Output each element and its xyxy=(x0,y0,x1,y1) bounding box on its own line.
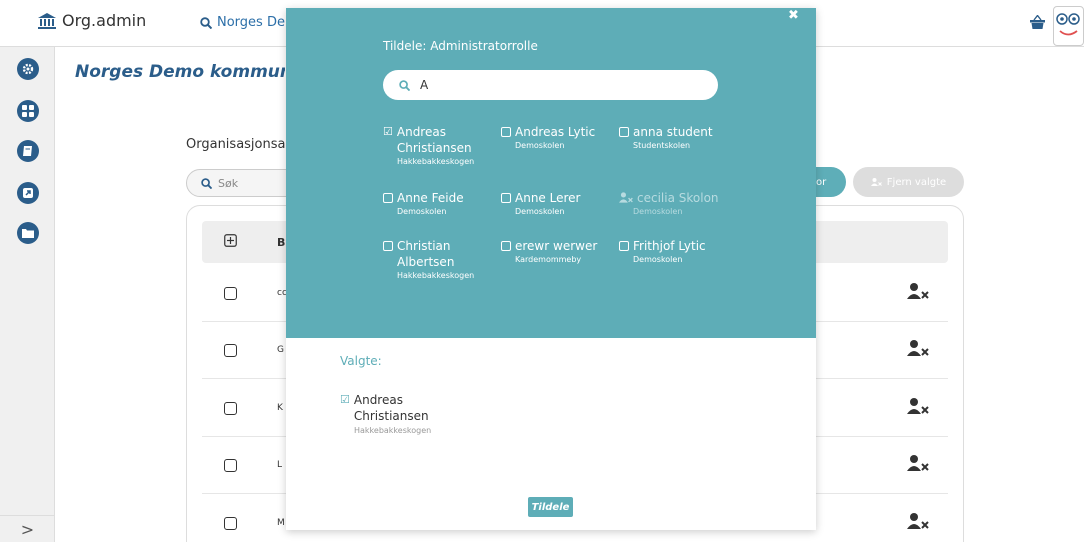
person-option[interactable]: erewr werwer Kardemommeby xyxy=(501,238,616,265)
person-checkbox[interactable] xyxy=(501,241,511,251)
gear-icon xyxy=(22,63,34,75)
assign-role-modal: ✖ Tildele: Administratorrolle A ☑ Andreas… xyxy=(286,8,816,530)
checkbox-checked-icon[interactable]: ☑ xyxy=(340,392,350,424)
person-checkbox[interactable] xyxy=(501,193,511,203)
person-org: Demoskolen xyxy=(397,207,447,216)
bank-icon xyxy=(38,12,56,29)
close-button[interactable]: ✖ xyxy=(788,8,799,23)
row-checkbox[interactable] xyxy=(224,287,237,300)
face-logo-icon xyxy=(1056,13,1080,36)
grid-icon xyxy=(22,105,34,117)
person-option-disabled: cecilia Skolon Demoskolen xyxy=(619,190,734,217)
person-option[interactable]: Frithjof Lytic Demoskolen xyxy=(619,238,734,265)
section-title: Organisasjonsad xyxy=(186,137,286,152)
breadcrumb: Norges Demo kommune > ( xyxy=(75,62,285,82)
row-text: M xyxy=(277,518,285,528)
selected-person-name: Andreas Christiansen xyxy=(353,393,429,423)
search-icon xyxy=(201,177,212,189)
person-org: Studentskolen xyxy=(633,141,691,150)
selected-label: Valgte: xyxy=(340,354,382,368)
selected-person-org: Hakkebakkeskogen xyxy=(354,426,432,435)
remove-selected-button[interactable]: Fjern valgte xyxy=(853,167,964,197)
person-org: Demoskolen xyxy=(633,207,683,216)
remove-user-icon[interactable] xyxy=(907,340,929,356)
person-checkbox[interactable] xyxy=(383,241,393,251)
row-text: K xyxy=(277,403,283,413)
remove-user-icon[interactable] xyxy=(907,398,929,414)
person-checkbox[interactable] xyxy=(501,127,511,137)
assigned-user-icon xyxy=(619,192,633,203)
top-search[interactable]: Norges Dem xyxy=(200,15,298,30)
person-name: Christian Albertsen xyxy=(397,239,455,269)
person-name: Andreas Lytic xyxy=(515,125,596,139)
checkbox-checked-icon[interactable]: ☑ xyxy=(383,124,393,156)
row-checkbox[interactable] xyxy=(224,402,237,415)
person-checkbox[interactable] xyxy=(619,241,629,251)
basket-icon xyxy=(1030,14,1045,29)
chevron-right-icon: > xyxy=(20,519,35,539)
person-option[interactable]: Christian Albertsen Hakkebakkeskogen xyxy=(383,238,498,281)
remove-user-icon[interactable] xyxy=(907,513,929,529)
person-name: Anne Feide xyxy=(397,191,464,205)
modal-header-panel: ✖ Tildele: Administratorrolle A ☑ Andreas… xyxy=(286,8,816,338)
person-name: erewr werwer xyxy=(515,239,598,253)
person-option[interactable]: anna student Studentskolen xyxy=(619,124,734,151)
rail-book-button[interactable] xyxy=(17,140,39,162)
person-org: Demoskolen xyxy=(515,207,565,216)
person-name: cecilia Skolon xyxy=(637,191,719,205)
person-option[interactable]: Anne Feide Demoskolen xyxy=(383,190,498,217)
app-brand[interactable]: Org.admin xyxy=(38,11,146,30)
rail-grid-button[interactable] xyxy=(17,100,39,122)
rail-expand-button[interactable]: > xyxy=(0,515,55,542)
book-icon xyxy=(23,146,32,156)
row-text: G xyxy=(277,345,284,355)
close-icon: ✖ xyxy=(788,8,799,23)
person-name: Andreas Christiansen xyxy=(396,125,472,155)
selected-person[interactable]: ☑ Andreas Christiansen Hakkebakkeskogen xyxy=(340,392,454,435)
remove-selected-label: Fjern valgte xyxy=(886,176,947,188)
person-checkbox[interactable] xyxy=(383,193,393,203)
person-option[interactable]: Andreas Lytic Demoskolen xyxy=(501,124,616,151)
column-header-b: B xyxy=(277,236,286,249)
external-link-icon xyxy=(23,188,33,198)
modal-title: Tildele: Administratorrolle xyxy=(383,39,538,53)
search-icon xyxy=(399,79,410,91)
person-option[interactable]: Anne Lerer Demoskolen xyxy=(501,190,616,217)
assign-button[interactable]: Tildele xyxy=(528,497,573,517)
remove-user-icon[interactable] xyxy=(907,455,929,471)
person-checkbox[interactable] xyxy=(619,127,629,137)
folder-icon xyxy=(22,229,34,238)
person-org: Demoskolen xyxy=(633,255,683,264)
row-checkbox[interactable] xyxy=(224,517,237,530)
remove-user-icon xyxy=(870,178,882,186)
basket-button[interactable] xyxy=(1030,14,1045,33)
plus-square-icon[interactable] xyxy=(224,234,237,247)
person-name: anna student xyxy=(633,125,713,139)
rail-external-button[interactable] xyxy=(17,182,39,204)
search-icon xyxy=(200,16,212,29)
app-title: Org.admin xyxy=(62,11,147,30)
logo-eyes[interactable] xyxy=(1053,6,1084,46)
rail-folder-button[interactable] xyxy=(17,222,39,244)
person-name: Frithjof Lytic xyxy=(633,239,706,253)
row-text: L xyxy=(277,460,283,470)
row-checkbox[interactable] xyxy=(224,459,237,472)
left-rail: > xyxy=(0,47,55,542)
person-org: Hakkebakkeskogen xyxy=(397,271,475,280)
person-org: Kardemommeby xyxy=(515,255,582,264)
person-search-input[interactable]: A xyxy=(383,70,718,100)
person-option[interactable]: ☑ Andreas Christiansen Hakkebakkeskogen xyxy=(383,124,498,167)
rail-settings-button[interactable] xyxy=(17,58,39,80)
add-button-label: or xyxy=(816,176,827,188)
person-name: Anne Lerer xyxy=(515,191,581,205)
person-org: Demoskolen xyxy=(515,141,565,150)
person-search-value: A xyxy=(420,78,429,92)
remove-user-icon[interactable] xyxy=(907,283,929,299)
org-search-placeholder: Søk xyxy=(218,176,239,190)
row-checkbox[interactable] xyxy=(224,344,237,357)
person-org: Hakkebakkeskogen xyxy=(397,157,475,166)
